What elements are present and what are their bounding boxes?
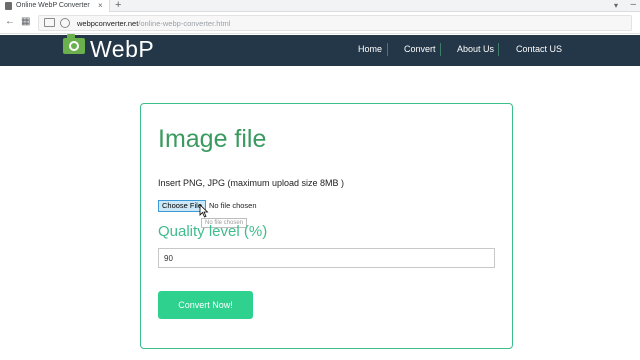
- apps-icon[interactable]: ▦: [21, 16, 30, 28]
- camera-logo-icon[interactable]: [63, 34, 85, 54]
- camera-lens-icon: [69, 41, 79, 51]
- nav-divider: [440, 43, 441, 56]
- close-tab-icon[interactable]: ×: [98, 0, 103, 11]
- nav-divider: [498, 43, 499, 56]
- nav-about-us[interactable]: About Us: [457, 43, 494, 55]
- new-tab-icon[interactable]: +: [115, 0, 121, 11]
- page-favicon-icon: [5, 2, 12, 10]
- convert-now-button[interactable]: Convert Now!: [158, 291, 253, 319]
- url-path: /online-webp-converter.html: [138, 19, 231, 28]
- minimize-window-icon[interactable]: –: [630, 0, 636, 10]
- url-field[interactable]: webpconverter.net/online-webp-converter.…: [38, 15, 632, 31]
- upload-instructions: Insert PNG, JPG (maximum upload size 8MB…: [158, 178, 345, 188]
- reader-mode-icon[interactable]: [44, 18, 55, 27]
- tab-title: Online WebP Converter: [16, 2, 90, 9]
- nav-divider: [387, 43, 388, 56]
- nav-contact-us[interactable]: Contact US: [516, 43, 562, 55]
- nav-convert[interactable]: Convert: [404, 43, 436, 55]
- quality-label: Quality level (%): [158, 223, 268, 240]
- browser-tab-strip: Online WebP Converter × + ▾ –: [0, 0, 640, 12]
- site-logo-text[interactable]: WebP: [90, 36, 154, 62]
- file-status-text: No file chosen: [209, 201, 257, 210]
- globe-icon: [60, 18, 70, 28]
- url-host: webpconverter.net: [77, 19, 139, 28]
- url-text: webpconverter.net/online-webp-converter.…: [77, 18, 230, 29]
- address-bar: ← ▦ webpconverter.net/online-webp-conver…: [0, 12, 640, 34]
- browser-tab[interactable]: Online WebP Converter ×: [0, 0, 110, 12]
- mouse-cursor-icon: [199, 204, 209, 218]
- quality-input[interactable]: [158, 248, 495, 268]
- nav-home[interactable]: Home: [358, 43, 382, 55]
- tab-menu-icon[interactable]: ▾: [614, 0, 618, 11]
- back-icon[interactable]: ←: [5, 16, 15, 28]
- form-title: Image file: [158, 125, 267, 153]
